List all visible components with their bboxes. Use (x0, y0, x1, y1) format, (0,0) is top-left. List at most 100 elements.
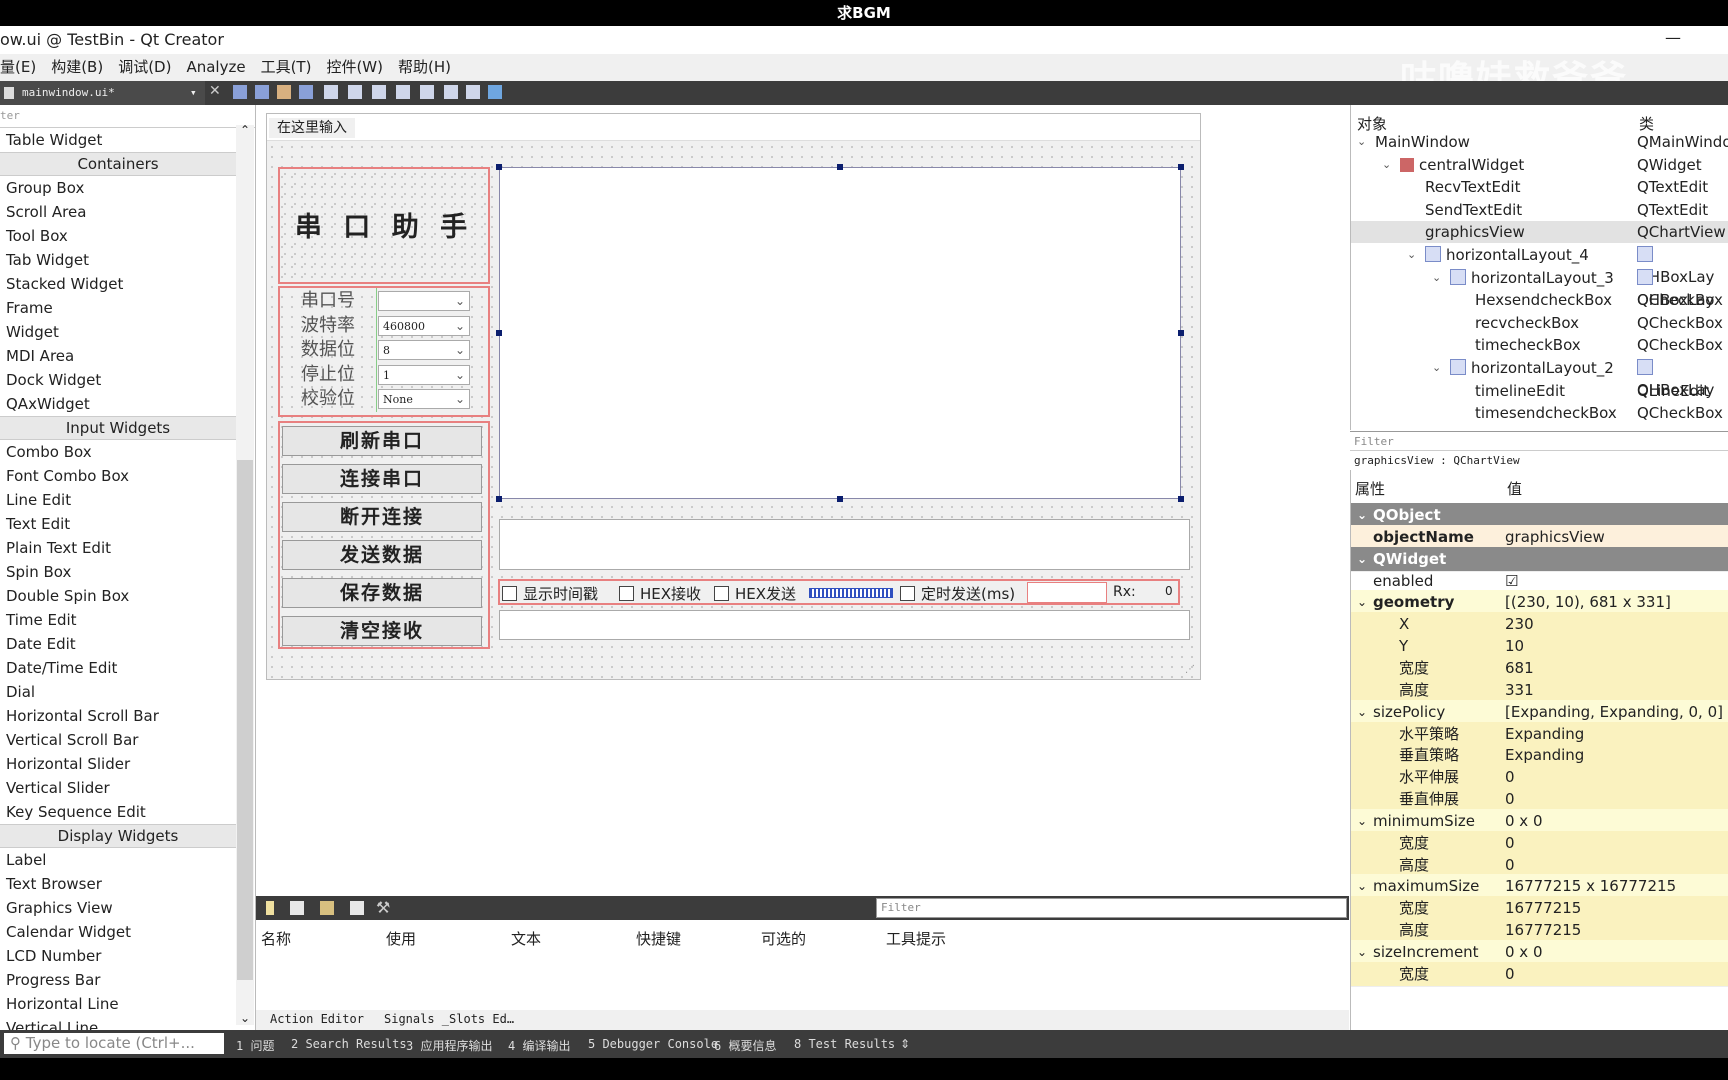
property-value[interactable]: 0 x 0 (1505, 809, 1543, 833)
widget-item[interactable]: Time Edit (0, 608, 236, 632)
status-tab[interactable]: 5 Debugger Console (588, 1037, 718, 1051)
widget-item[interactable]: Progress Bar (0, 968, 236, 992)
layout-icon[interactable] (233, 85, 247, 99)
selection-handle[interactable] (1178, 330, 1184, 336)
selection-handle[interactable] (837, 496, 843, 502)
hex-send-checkbox[interactable]: HEX发送 (714, 584, 796, 604)
widget-item[interactable]: Combo Box (0, 440, 236, 464)
form-button[interactable]: 发送数据 (282, 540, 482, 570)
expand-arrow-icon[interactable]: ⌄ (1357, 809, 1367, 833)
widget-item[interactable]: Spin Box (0, 560, 236, 584)
expand-arrow-icon[interactable]: ⌄ (1357, 874, 1367, 898)
widget-item[interactable]: QAxWidget (0, 392, 236, 416)
col-text[interactable]: 文本 (511, 928, 541, 949)
property-value[interactable]: 331 (1505, 678, 1534, 702)
property-value[interactable]: ☑ (1505, 569, 1518, 593)
property-value[interactable]: 0 (1505, 765, 1515, 789)
property-value[interactable]: 0 (1505, 787, 1515, 811)
widget-item[interactable]: Dial (0, 680, 236, 704)
form-button[interactable]: 刷新串口 (282, 426, 482, 456)
property-value[interactable]: Expanding (1505, 743, 1584, 767)
adjust-size-icon[interactable] (488, 85, 502, 99)
object-tree-row[interactable]: ⌄ MainWindow QMainWindo (1351, 131, 1728, 153)
widget-item[interactable]: Date/Time Edit (0, 656, 236, 680)
chevron-down-icon[interactable]: ▾ (190, 81, 197, 105)
minimize-button[interactable]: — (1665, 24, 1681, 52)
selection-handle[interactable] (837, 164, 843, 170)
expand-arrow-icon[interactable]: ⌄ (1357, 547, 1367, 571)
widget-item[interactable]: Text Edit (0, 512, 236, 536)
col-value[interactable]: 值 (1507, 478, 1522, 499)
property-value[interactable]: 0 (1505, 853, 1515, 877)
object-tree-row[interactable]: timecheckBox QCheckBox (1351, 334, 1728, 356)
widget-item[interactable]: Plain Text Edit (0, 536, 236, 560)
widget-item[interactable]: Scroll Area (0, 200, 236, 224)
widget-item[interactable]: MDI Area (0, 344, 236, 368)
property-value[interactable]: Expanding (1505, 722, 1584, 746)
object-tree-row[interactable]: ⌄ centralWidget QWidget (1351, 154, 1728, 176)
field-combo[interactable]: 460800 ⌄ (378, 315, 470, 336)
widget-item[interactable]: Graphics View (0, 896, 236, 920)
widget-item[interactable]: Key Sequence Edit (0, 800, 236, 824)
widget-item[interactable]: Widget (0, 320, 236, 344)
locator-input[interactable]: ⚲ Type to locate (Ctrl+... (4, 1033, 224, 1054)
object-tree-row[interactable]: HexsendcheckBox QCheckBox (1351, 289, 1728, 311)
resize-grip-icon[interactable]: ⋰ (1185, 664, 1195, 675)
property-filter-input[interactable]: Filter (1350, 431, 1728, 451)
col-checkable[interactable]: 可选的 (761, 928, 806, 949)
status-tab[interactable]: 6 概要信息 (714, 1037, 776, 1054)
splitter-icon[interactable] (396, 85, 410, 99)
form-button[interactable]: 保存数据 (282, 578, 482, 608)
widget-item[interactable]: Horizontal Scroll Bar (0, 704, 236, 728)
property-value[interactable]: [Expanding, Expanding, 0, 0] (1505, 700, 1723, 724)
tab-action-editor[interactable]: Action Editor (270, 1012, 364, 1026)
expand-arrow-icon[interactable]: ⌄ (1407, 244, 1416, 266)
widget-item[interactable]: Double Spin Box (0, 584, 236, 608)
widget-item[interactable]: Horizontal Slider (0, 752, 236, 776)
status-tab[interactable]: 4 编译输出 (508, 1037, 570, 1054)
selection-handle[interactable] (1178, 496, 1184, 502)
widget-item[interactable]: Date Edit (0, 632, 236, 656)
grid-layout-icon[interactable] (420, 85, 434, 99)
widget-item[interactable]: Tab Widget (0, 248, 236, 272)
property-value[interactable]: 10 (1505, 634, 1524, 658)
expand-arrow-icon[interactable]: ⌄ (1357, 503, 1367, 527)
property-value[interactable]: graphicsView (1505, 525, 1605, 549)
expand-arrow-icon[interactable]: ⌄ (1432, 267, 1441, 289)
copy-action-icon[interactable] (290, 901, 304, 915)
property-value[interactable]: 230 (1505, 612, 1534, 636)
object-tree-row[interactable]: graphicsView QChartView (1351, 221, 1728, 244)
menu-tools[interactable]: 工具(T) (261, 54, 312, 81)
widget-item[interactable]: Font Combo Box (0, 464, 236, 488)
new-action-icon[interactable] (266, 901, 274, 915)
close-icon[interactable]: ✕ (209, 83, 221, 99)
selection-handle[interactable] (496, 496, 502, 502)
field-combo[interactable]: 8 ⌄ (378, 340, 470, 361)
layout-icon[interactable] (299, 85, 313, 99)
col-tooltip[interactable]: 工具提示 (886, 928, 946, 949)
widget-category[interactable]: Containers (0, 152, 236, 176)
grid-layout-icon[interactable] (444, 85, 458, 99)
widget-filter-input[interactable]: ter (0, 105, 255, 128)
form-button[interactable]: 断开连接 (282, 502, 482, 532)
expand-arrow-icon[interactable]: ⌄ (1357, 131, 1366, 153)
property-value[interactable]: 0 (1505, 831, 1515, 855)
widget-category[interactable]: Input Widgets (0, 416, 236, 440)
expand-arrow-icon[interactable]: ⌄ (1382, 154, 1391, 176)
widget-item[interactable]: Table Widget (0, 128, 236, 152)
col-used[interactable]: 使用 (386, 928, 416, 949)
field-combo[interactable]: None ⌄ (378, 389, 470, 410)
recv-text-edit[interactable] (499, 519, 1190, 570)
object-tree-row[interactable]: ⌄ horizontalLayout_4 QHBoxLay (1351, 244, 1728, 286)
widget-category[interactable]: Display Widgets (0, 824, 236, 848)
object-tree-row[interactable]: SendTextEdit QTextEdit (1351, 199, 1728, 221)
time-line-edit[interactable] (1027, 582, 1107, 603)
horizontal-layout-icon[interactable] (324, 85, 338, 99)
status-tab[interactable]: 1 问题 (236, 1037, 274, 1054)
menu-edit[interactable]: 量(E) (0, 54, 36, 81)
settings-icon[interactable]: ⚒ (376, 898, 390, 917)
expand-arrow-icon[interactable]: ⌄ (1357, 700, 1367, 724)
form-button[interactable]: 连接串口 (282, 464, 482, 494)
widget-item[interactable]: Text Browser (0, 872, 236, 896)
field-combo[interactable]: 1 ⌄ (378, 364, 470, 385)
